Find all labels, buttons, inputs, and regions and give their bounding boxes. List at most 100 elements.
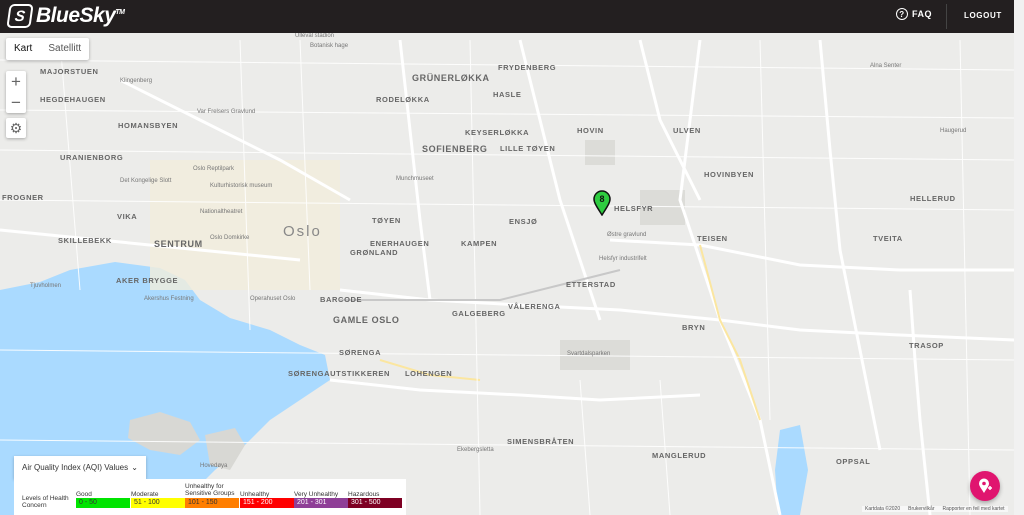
map-type-satellitt-button[interactable]: Satellitt — [40, 38, 89, 60]
add-location-button[interactable] — [970, 471, 1000, 501]
aqi-level-name: Hazardous — [348, 491, 380, 498]
health-concern-label: Levels of Health Concern — [22, 495, 69, 509]
aqi-legend-selector-label: Air Quality Index (AQI) Values — [22, 463, 129, 472]
aqi-level-range: 301 - 500 — [348, 498, 402, 508]
district-label: HELSFYR — [614, 204, 654, 213]
aqi-level-range: 101 - 150 — [185, 498, 239, 508]
terms-link[interactable]: Brukervilkår — [908, 506, 934, 512]
poi-label: Oslo Reptilpark — [193, 166, 235, 172]
poi-label: Hovedøya — [200, 463, 228, 469]
district-label: VÅLERENGA — [508, 302, 561, 311]
map-type-toggle: Kart Satellitt — [6, 38, 90, 60]
aqi-map-marker[interactable]: 8 — [593, 190, 611, 217]
district-label: GRÜNERLØKKA — [412, 73, 490, 83]
aqi-level-name: Very Unhealthy — [294, 491, 339, 498]
location-pin-plus-icon — [979, 478, 992, 493]
help-circle-icon: ? — [896, 8, 908, 20]
district-label: MAJORSTUEN — [40, 67, 99, 76]
aqi-level-range: 51 - 100 — [131, 498, 185, 508]
map-canvas[interactable]: Oslo MAJORSTUEN HEGDEHAUGEN HOMANSBYEN U… — [0, 33, 1014, 515]
poi-label: Operahuset Oslo — [250, 296, 296, 302]
district-label: SØRENGAUTSTIKKEREN — [288, 369, 391, 378]
district-label: KAMPEN — [461, 239, 498, 248]
poi-label: Munchmuseet — [396, 176, 434, 182]
district-label: TRASOP — [909, 341, 944, 350]
district-label: ULVEN — [673, 126, 701, 135]
poi-label: Nationaltheatret — [200, 209, 243, 215]
poi-label: Tjuvholmen — [30, 283, 62, 289]
aqi-legend-selector[interactable]: Air Quality Index (AQI) Values ⌄ — [14, 456, 146, 479]
chevron-down-icon: ⌄ — [131, 463, 138, 472]
aqi-level-very-unhealthy: Very Unhealthy 201 - 301 — [294, 491, 348, 508]
district-label: LILLE TØYEN — [500, 144, 556, 153]
zoom-in-button[interactable]: + — [6, 71, 26, 92]
district-label: HEGDEHAUGEN — [40, 95, 106, 104]
district-label: SKILLEBEKK — [58, 236, 112, 245]
district-label: GRØNLAND — [350, 248, 399, 257]
district-label: HELLERUD — [910, 194, 956, 203]
district-label: MANGLERUD — [652, 451, 707, 460]
district-label: GALGEBERG — [452, 309, 506, 318]
district-label: HOVINBYEN — [704, 170, 754, 179]
district-label: OPPSAL — [836, 457, 871, 466]
district-label: TVEITA — [873, 234, 903, 243]
district-label: HOVIN — [577, 126, 604, 135]
city-label: Oslo — [283, 223, 322, 240]
map-data-credit: Kartdata ©2020 — [865, 506, 901, 512]
district-label: KEYSERLØKKA — [465, 128, 530, 137]
aqi-level-unhealthy: Unhealthy 151 - 200 — [240, 491, 294, 508]
map-type-kart-button[interactable]: Kart — [6, 38, 40, 60]
poi-label: Alna Senter — [870, 63, 902, 69]
page-scrollbar[interactable] — [1014, 0, 1024, 515]
district-label: ENERHAUGEN — [370, 239, 430, 248]
aqi-legend: Levels of Health Concern Good 0 - 50 Mod… — [14, 479, 406, 515]
poi-label: Klingenberg — [120, 78, 153, 84]
settings-gear-icon[interactable]: ⚙ — [6, 118, 26, 138]
aqi-level-range: 0 - 50 — [76, 498, 130, 508]
header-divider — [946, 4, 947, 29]
aqi-level-name: Good — [76, 491, 92, 498]
district-label: BRYN — [682, 323, 706, 332]
district-label: SIMENSBRÅTEN — [507, 437, 575, 446]
aqi-level-name: Moderate — [131, 491, 159, 498]
district-label: HASLE — [493, 90, 522, 99]
poi-label: Østre gravlund — [607, 232, 647, 238]
trademark: TM — [115, 9, 125, 16]
district-label: AKER BRYGGE — [116, 276, 179, 285]
district-label: SØRENGA — [339, 348, 382, 357]
faq-link[interactable]: ? FAQ — [896, 8, 932, 20]
district-label: ENSJØ — [509, 217, 538, 226]
aqi-level-name: Unhealthy — [240, 491, 270, 498]
map-pin-icon: 8 — [593, 190, 611, 217]
poi-label: Det Kongelige Slott — [120, 178, 172, 184]
district-label: SENTRUM — [154, 239, 203, 249]
top-bar: S BlueSkyTM ? FAQ LOGOUT — [0, 0, 1014, 33]
district-label: BARCODE — [320, 295, 363, 304]
district-label: HOMANSBYEN — [118, 121, 179, 130]
poi-label: Svartdalsparken — [567, 351, 611, 357]
district-label: URANIENBORG — [60, 153, 124, 162]
bluesky-logo-mark-icon: S — [6, 4, 34, 28]
district-label: FRYDENBERG — [498, 63, 557, 72]
district-label: RODELØKKA — [376, 95, 430, 104]
marker-aqi-value: 8 — [599, 194, 604, 204]
bluesky-logo[interactable]: S BlueSkyTM — [6, 3, 125, 29]
aqi-level-name: Unhealthy for Sensitive Groups — [185, 483, 235, 497]
poi-label: Oslo Domkirke — [210, 235, 250, 241]
poi-label: Kulturhistorisk museum — [210, 183, 273, 189]
zoom-out-button[interactable]: − — [6, 92, 26, 113]
district-label: GAMLE OSLO — [333, 315, 400, 325]
brand-name: BlueSkyTM — [36, 4, 125, 27]
aqi-level-moderate: Moderate 51 - 100 — [131, 491, 185, 508]
report-error-link[interactable]: Rapporter en feil med kartet — [943, 506, 1005, 512]
poi-label: Ekebergsletta — [457, 447, 494, 453]
poi-label: Haugerud — [940, 128, 967, 134]
poi-label: Var Frelsers Gravlund — [197, 109, 256, 115]
district-label: LOHENGEN — [405, 369, 453, 378]
logout-button[interactable]: LOGOUT — [964, 11, 1002, 20]
poi-label: Akershus Festning — [144, 296, 194, 302]
aqi-level-usg: Unhealthy for Sensitive Groups 101 - 150 — [185, 483, 239, 508]
faq-label: FAQ — [912, 9, 933, 19]
district-label: TØYEN — [372, 216, 401, 225]
poi-label: Ulleval stadion — [295, 33, 335, 39]
